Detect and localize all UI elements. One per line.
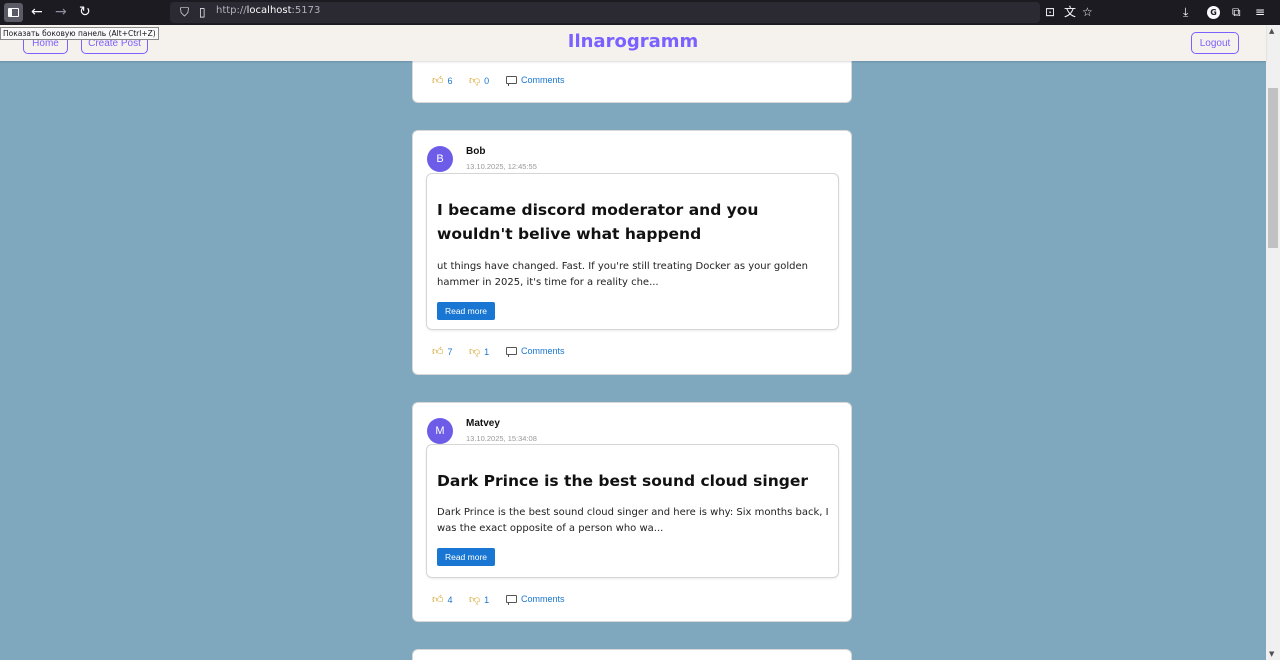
comments-button[interactable]: Comments xyxy=(506,594,565,605)
comments-button[interactable]: Comments xyxy=(506,346,565,357)
dislike-button[interactable]: 👎︎ 1 xyxy=(469,346,489,358)
thumbs-down-icon: 👎︎ xyxy=(469,346,481,358)
scrollbar-thumb[interactable] xyxy=(1268,88,1278,248)
author-name[interactable]: Bob xyxy=(466,146,485,157)
brand-title: Ilnarogramm xyxy=(567,31,699,52)
extensions-icon[interactable]: ⧉ xyxy=(1232,5,1241,19)
avatar[interactable]: M xyxy=(427,418,453,444)
thumbs-up-icon: 👍︎ xyxy=(432,594,444,606)
app-header: Home Create Post Ilnarogramm Logout xyxy=(0,25,1266,61)
shield-icon[interactable]: ⛉ xyxy=(180,5,189,19)
post-date: 13.10.2025, 15:34:08 xyxy=(466,434,537,443)
bookmark-star-icon[interactable]: ☆ xyxy=(1082,5,1093,19)
install-icon[interactable]: ⊡ xyxy=(1045,5,1055,19)
post-excerpt: Dark Prince is the best sound cloud sing… xyxy=(437,507,829,534)
dislike-count: 0 xyxy=(484,76,490,86)
url-text[interactable]: http://localhost:5173 xyxy=(216,5,320,16)
profile-avatar[interactable]: G xyxy=(1207,6,1220,19)
post-title: I became discord moderator and you would… xyxy=(437,201,759,243)
forward-icon[interactable]: → xyxy=(55,4,67,20)
comment-icon xyxy=(506,76,517,86)
sidebar-tooltip: Показать боковую панель (Alt+Ctrl+Z) xyxy=(0,27,159,40)
translate-icon[interactable]: 文 xyxy=(1064,5,1076,19)
dislike-button[interactable]: 👎︎ 0 xyxy=(469,75,489,87)
like-count: 7 xyxy=(447,347,453,357)
like-button[interactable]: 👍︎ 7 xyxy=(432,346,453,358)
like-button[interactable]: 👍︎ 6 xyxy=(432,75,453,87)
thumbs-up-icon: 👍︎ xyxy=(432,75,444,87)
thumbs-down-icon: 👎︎ xyxy=(469,75,481,87)
like-count: 4 xyxy=(447,595,453,605)
post-content: Dark Prince is the best sound cloud sing… xyxy=(426,444,839,578)
post-excerpt: ut things have changed. Fast. If you're … xyxy=(437,261,808,288)
post-card xyxy=(412,649,852,660)
comments-label: Comments xyxy=(521,346,565,356)
scroll-down-icon[interactable]: ▼ xyxy=(1269,650,1274,658)
reload-icon[interactable]: ↻ xyxy=(79,4,91,20)
comments-label: Comments xyxy=(521,75,565,85)
comments-label: Comments xyxy=(521,594,565,604)
sidebar-toggle-button[interactable] xyxy=(4,3,23,22)
like-count: 6 xyxy=(447,76,453,86)
post-date: 13.10.2025, 12:45:55 xyxy=(466,162,537,171)
dislike-count: 1 xyxy=(484,347,490,357)
comments-button[interactable]: Comments xyxy=(506,75,565,86)
sidebar-icon xyxy=(8,8,19,17)
read-more-button[interactable]: Read more xyxy=(437,548,495,566)
like-button[interactable]: 👍︎ 4 xyxy=(432,594,453,606)
downloads-icon[interactable]: ⤓ xyxy=(1183,5,1188,19)
thumbs-up-icon: 👍︎ xyxy=(432,346,444,358)
dislike-count: 1 xyxy=(484,595,490,605)
browser-toolbar: ← → ↻ ⛉ ▯ http://localhost:5173 ⊡ 文 ☆ ⤓ … xyxy=(0,0,1280,25)
thumbs-down-icon: 👎︎ xyxy=(469,594,481,606)
comment-icon xyxy=(506,595,517,605)
avatar[interactable]: B xyxy=(427,146,453,172)
dislike-button[interactable]: 👎︎ 1 xyxy=(469,594,489,606)
post-card: B Bob 13.10.2025, 12:45:55 I became disc… xyxy=(412,130,852,375)
menu-icon[interactable]: ≡ xyxy=(1255,5,1265,19)
post-title: Dark Prince is the best sound cloud sing… xyxy=(437,472,808,490)
comment-icon xyxy=(506,347,517,357)
read-more-button[interactable]: Read more xyxy=(437,302,495,320)
author-name[interactable]: Matvey xyxy=(466,418,500,429)
back-icon[interactable]: ← xyxy=(31,4,43,20)
post-card: M Matvey 13.10.2025, 15:34:08 Dark Princ… xyxy=(412,402,852,622)
logout-button[interactable]: Logout xyxy=(1191,32,1239,54)
post-content: I became discord moderator and you would… xyxy=(426,173,839,330)
page-icon[interactable]: ▯ xyxy=(199,5,206,19)
scroll-up-icon[interactable]: ▲ xyxy=(1269,27,1274,35)
